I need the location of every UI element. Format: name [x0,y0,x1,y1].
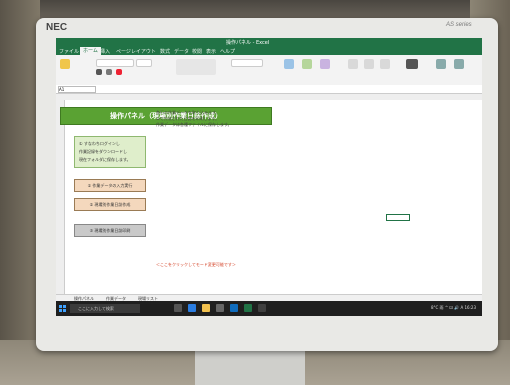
name-box[interactable]: A1 [58,86,96,93]
insert-cell-icon[interactable] [348,59,358,69]
formula-bar[interactable]: A1 [56,85,482,94]
tab-review[interactable]: 校閲 [192,48,202,55]
warning-text: ＜ここをクリックしてモード変更可能です＞ [156,262,236,267]
instruction-box: ① すなわちログインし 作業記録をダウンロードし 現在フォルダに保存します。 [74,136,146,168]
monitor-brand-logo: NEC [46,22,68,33]
autosum-icon[interactable] [406,59,418,69]
instruction-line: 作業記録をダウンロードし [79,149,127,154]
cell-style-icon[interactable] [320,59,330,69]
windows-taskbar: ここに入力して検索 8°C 雨 ^ ⚀ 🔊 A 16:23 [56,301,482,316]
tab-insert[interactable]: 挿入 [100,48,110,55]
mail-icon[interactable] [230,304,238,312]
monitor-model-label: AS series [446,22,472,28]
tab-home[interactable]: ホーム [80,47,101,55]
app-icon[interactable] [258,304,266,312]
tab-help[interactable]: ヘルプ [220,48,235,55]
background-left [0,0,40,385]
tab-formulas[interactable]: 数式 [160,48,170,55]
input-data-button[interactable]: ① 作業データの入力実行 [74,179,146,192]
excel-icon[interactable] [244,304,252,312]
row-headers [56,100,65,294]
instruction-line: 現在フォルダに保存します。 [79,157,131,162]
windows-start-icon[interactable] [59,305,66,312]
clock-time: 16:23 [464,305,476,310]
ribbon-tabs: ファイル ホーム 挿入 ページレイアウト 数式 データ 校閲 表示 ヘルプ [56,47,482,55]
tab-page-layout[interactable]: ページレイアウト [116,48,156,55]
tab-view[interactable]: 表示 [206,48,216,55]
excel-title-bar: 操作パネル - Excel [56,38,482,47]
screen: 操作パネル - Excel ファイル ホーム 挿入 ページレイアウト 数式 デー… [56,38,482,316]
delete-cell-icon[interactable] [364,59,374,69]
monitor-stand [195,350,305,385]
font-color-icon[interactable] [116,69,122,75]
instruction-line: ① すなわちログインし [79,141,120,146]
tray-status: 8°C 雨 ^ ⚀ 🔊 A [430,305,464,310]
table-format-icon[interactable] [302,59,312,69]
bold-icon[interactable] [96,69,102,75]
font-size-select[interactable] [136,59,152,67]
conditional-format-icon[interactable] [284,59,294,69]
tab-data[interactable]: データ [174,48,189,55]
selected-cell[interactable] [386,214,410,221]
ribbon [56,55,482,86]
tab-file[interactable]: ファイル [59,48,79,55]
store-icon[interactable] [216,304,224,312]
edge-icon[interactable] [188,304,196,312]
find-select-icon[interactable] [454,59,464,69]
number-format-select[interactable] [231,59,263,67]
system-tray[interactable]: 8°C 雨 ^ ⚀ 🔊 A 16:23 [431,305,476,311]
alignment-group[interactable] [176,59,216,75]
sort-filter-icon[interactable] [436,59,446,69]
create-journal-button[interactable]: ② 現場別作業日誌作成 [74,198,146,211]
description-text: 作業データは各種ファイルに保存します。 [156,122,232,127]
taskbar-search-input[interactable]: ここに入力して検索 [70,304,140,313]
print-journal-button[interactable]: ③ 現場別作業日誌印刷 [74,224,146,237]
format-cell-icon[interactable] [380,59,390,69]
paste-icon[interactable] [60,59,70,69]
window-title: 操作パネル - Excel [226,40,270,46]
worksheet-grid[interactable] [56,100,482,294]
explorer-icon[interactable] [202,304,210,312]
font-select[interactable] [96,59,134,67]
task-view-icon[interactable] [174,304,182,312]
italic-icon[interactable] [106,69,112,75]
